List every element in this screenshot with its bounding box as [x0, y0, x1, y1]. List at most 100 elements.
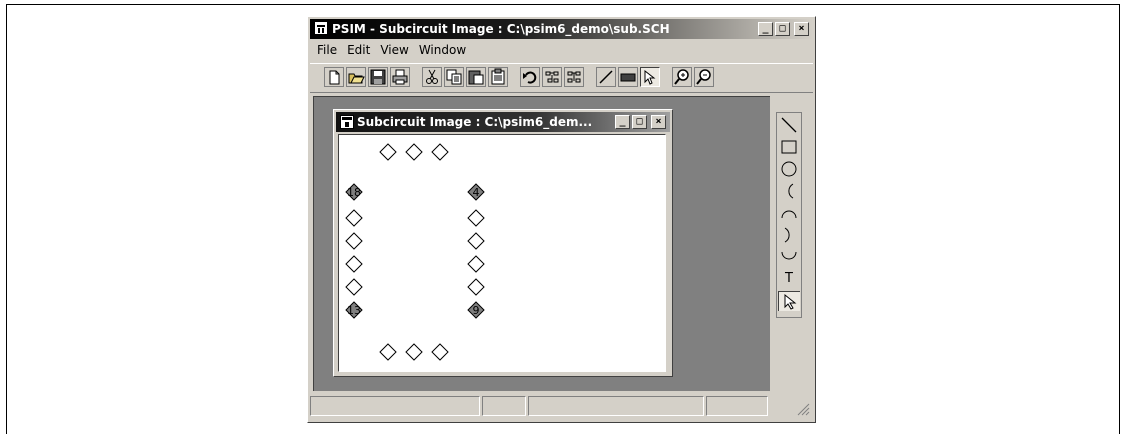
status-panel-4 [706, 396, 768, 416]
cut-icon [426, 69, 438, 84]
pin-top-1[interactable] [379, 143, 397, 161]
menu-edit[interactable]: Edit [342, 41, 375, 59]
zoom-out-icon [696, 69, 711, 85]
draw-arc-right-tool[interactable] [778, 225, 800, 245]
pin-left-6[interactable]: 13 [345, 301, 363, 319]
child-title-bar[interactable]: Subcircuit Image : C:\psim6_dem... _ □ × [336, 112, 670, 132]
window-controls: _ □ × [758, 22, 809, 36]
title-bar[interactable]: PSIM - Subcircuit Image : C:\psim6_demo\… [310, 19, 813, 39]
maximize-button[interactable]: □ [775, 22, 790, 36]
rotate-icon [545, 71, 559, 83]
print-button[interactable] [390, 67, 410, 87]
menu-window[interactable]: Window [414, 41, 471, 59]
pin-right-4[interactable] [467, 255, 485, 273]
select-pointer-tool[interactable] [778, 291, 800, 311]
line-button[interactable] [596, 67, 616, 87]
resize-grip-icon[interactable] [796, 402, 810, 416]
copy-icon [446, 69, 462, 85]
pin-bottom-2[interactable] [405, 343, 423, 361]
subcircuit-canvas[interactable]: 18 13 4 9 [338, 134, 666, 372]
line-icon [599, 70, 613, 84]
pin-left-2[interactable] [345, 209, 363, 227]
status-panel-1 [310, 396, 480, 416]
pin-left-3[interactable] [345, 232, 363, 250]
pin-diamond [345, 232, 363, 250]
draw-arc-top-icon [781, 210, 797, 219]
status-panel-2 [482, 396, 526, 416]
pin-diamond [467, 255, 485, 273]
open-folder-icon [348, 73, 365, 84]
draw-arc-bottom-tool[interactable] [778, 247, 800, 267]
pin-right-1[interactable]: 4 [467, 183, 485, 201]
menu-view[interactable]: View [375, 41, 413, 59]
draw-circle-tool[interactable] [778, 159, 800, 179]
text-tool-icon: T [785, 271, 793, 286]
text-tool[interactable]: T [778, 269, 800, 289]
open-button[interactable] [346, 67, 366, 87]
undo-button[interactable] [520, 67, 540, 87]
pin-top-2[interactable] [405, 143, 423, 161]
pin-top-3[interactable] [431, 143, 449, 161]
zoom-in-button[interactable] [672, 67, 692, 87]
window-title: PSIM - Subcircuit Image : C:\psim6_demo\… [332, 22, 670, 36]
flip-icon [567, 71, 581, 83]
pin-diamond [431, 143, 449, 161]
status-bar [310, 394, 813, 420]
pin-diamond [345, 278, 363, 296]
flip-button[interactable] [564, 67, 584, 87]
pin-diamond [431, 343, 449, 361]
mdi-workspace: Subcircuit Image : C:\psim6_dem... _ □ ×… [313, 96, 770, 391]
pin-right-2[interactable] [467, 209, 485, 227]
clipboard-button[interactable] [488, 67, 508, 87]
pin-bottom-1[interactable] [379, 343, 397, 361]
paste-button[interactable] [466, 67, 486, 87]
pin-diamond [467, 209, 485, 227]
rectangle-icon [620, 73, 636, 82]
draw-arc-bottom-icon [781, 251, 797, 260]
pin-label: 13 [347, 304, 361, 317]
pin-diamond [345, 255, 363, 273]
child-close-button[interactable]: × [651, 115, 666, 129]
draw-arc-top-tool[interactable] [778, 203, 800, 223]
paste-icon [468, 70, 484, 85]
pin-label: 9 [473, 304, 480, 317]
child-maximize-button[interactable]: □ [632, 115, 647, 129]
draw-line-tool[interactable] [778, 115, 800, 135]
pin-diamond [467, 232, 485, 250]
zoom-in-icon [674, 69, 689, 85]
pin-diamond [379, 143, 397, 161]
subcircuit-pin-diagram: 18 13 4 9 [345, 143, 485, 361]
zoom-out-button[interactable] [694, 67, 714, 87]
new-file-button[interactable] [324, 67, 344, 87]
subcircuit-app-icon[interactable] [340, 115, 354, 129]
rectangle-button[interactable] [618, 67, 638, 87]
print-icon [392, 69, 408, 85]
draw-arc-left-tool[interactable] [778, 181, 800, 201]
pin-label: 18 [347, 186, 361, 199]
copy-button[interactable] [444, 67, 464, 87]
child-minimize-button[interactable]: _ [615, 115, 630, 129]
child-window-controls: _ □ × [615, 115, 666, 129]
pin-right-6[interactable]: 9 [467, 301, 485, 319]
close-button[interactable]: × [794, 22, 809, 36]
pin-right-5[interactable] [467, 278, 485, 296]
pin-left-1[interactable]: 18 [345, 183, 363, 201]
save-button[interactable] [368, 67, 388, 87]
draw-arc-right-icon [784, 227, 790, 243]
pin-bottom-3[interactable] [431, 343, 449, 361]
rotate-button[interactable] [542, 67, 562, 87]
draw-line-icon [781, 117, 797, 133]
pin-left-5[interactable] [345, 278, 363, 296]
pointer-button[interactable] [640, 67, 660, 87]
pin-diamond [405, 343, 423, 361]
pin-diamond [379, 343, 397, 361]
clipboard-icon [491, 68, 505, 85]
cut-button[interactable] [422, 67, 442, 87]
menu-file[interactable]: File [312, 41, 342, 59]
pin-right-3[interactable] [467, 232, 485, 250]
draw-rectangle-tool[interactable] [778, 137, 800, 157]
minimize-button[interactable]: _ [758, 22, 773, 36]
pin-left-4[interactable] [345, 255, 363, 273]
psim-app-icon[interactable] [314, 21, 328, 35]
child-window-title: Subcircuit Image : C:\psim6_dem... [357, 115, 593, 129]
